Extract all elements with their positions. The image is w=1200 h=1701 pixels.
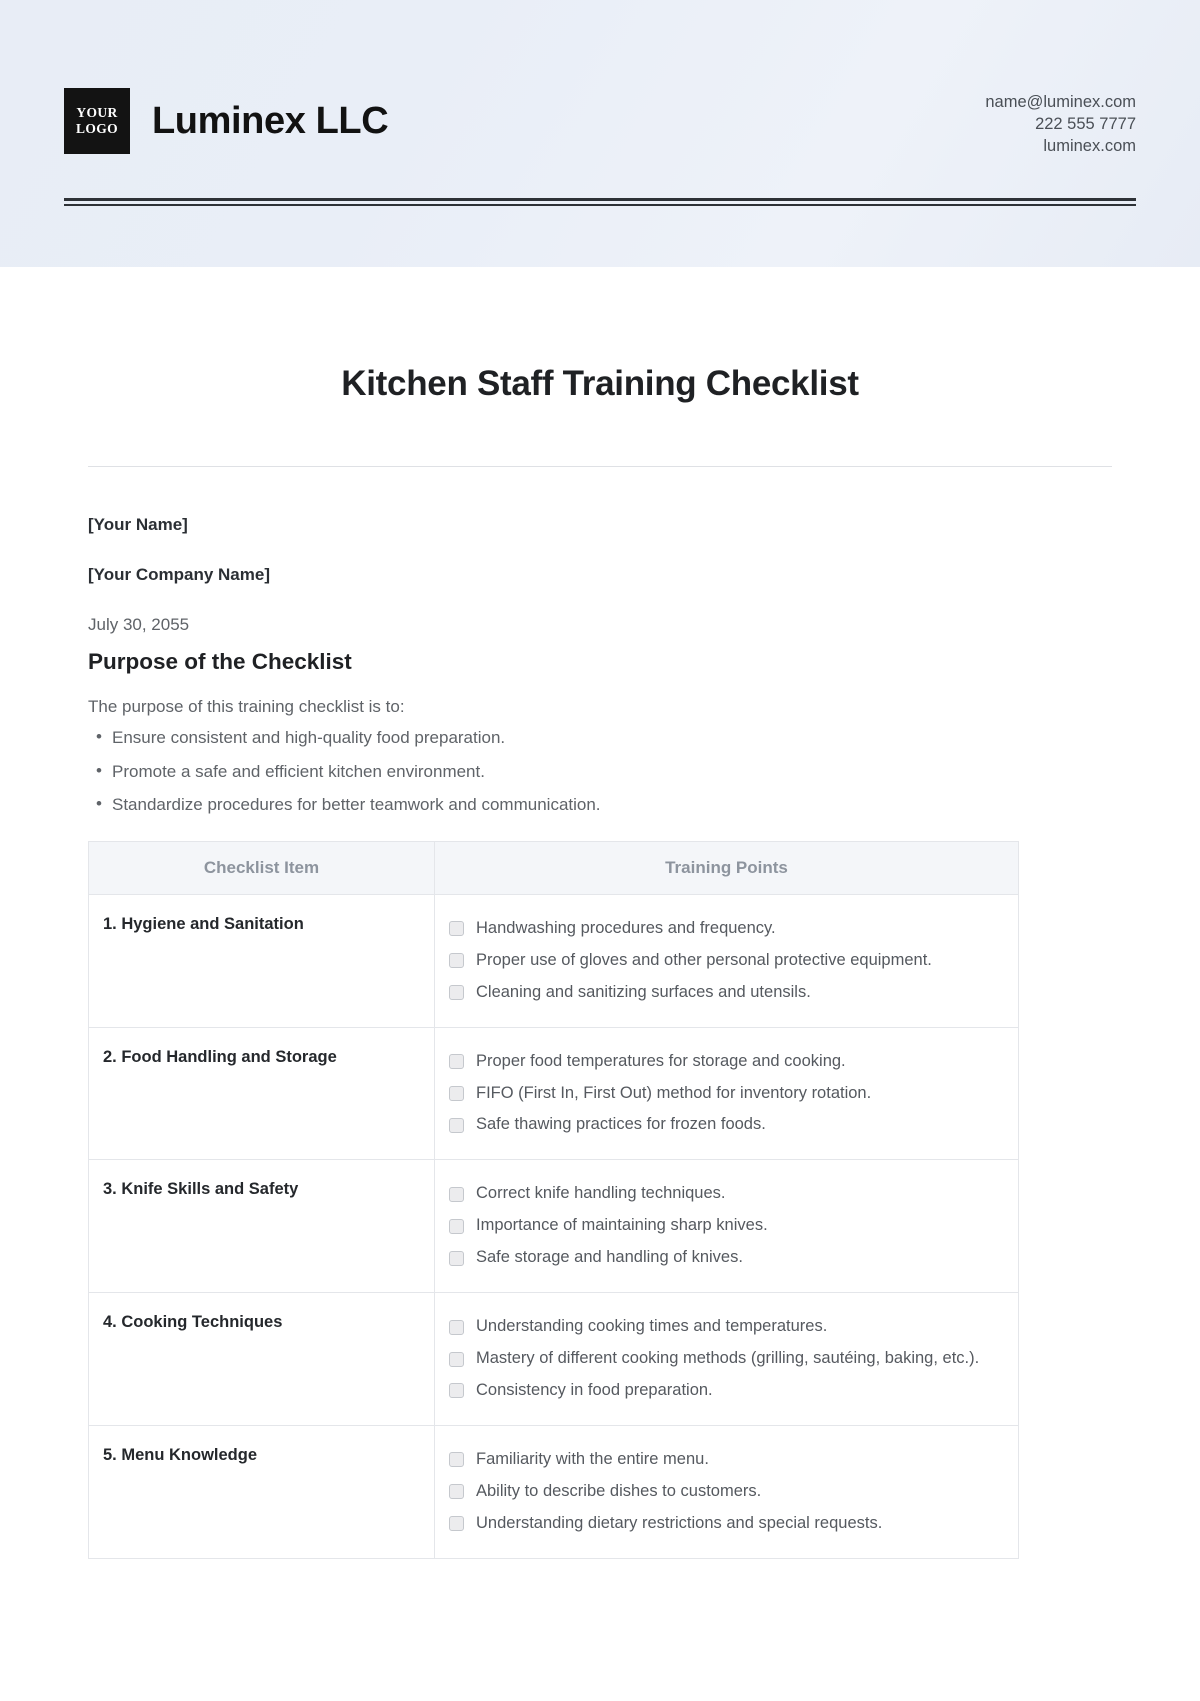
training-point: FIFO (First In, First Out) method for in… [449, 1082, 1006, 1106]
page-title: Kitchen Staff Training Checklist [341, 364, 859, 403]
training-point: Consistency in food preparation. [449, 1379, 1006, 1403]
your-name: [Your Name] [88, 515, 188, 534]
company-name: Luminex LLC [152, 100, 389, 142]
title-divider [88, 466, 1112, 467]
list-item: Standardize procedures for better teamwo… [88, 793, 1112, 817]
column-header-checklist-item: Checklist Item [88, 840, 435, 895]
checkbox-icon[interactable] [449, 921, 464, 937]
checklist-item-label: 3. Knife Skills and Safety [88, 1159, 435, 1294]
checkbox-icon[interactable] [449, 1218, 464, 1234]
checkbox-icon[interactable] [449, 1516, 464, 1532]
training-point-text: Proper use of gloves and other personal … [476, 950, 932, 969]
page-header: YOUR LOGO Luminex LLC name@luminex.com 2… [0, 0, 1200, 267]
training-point: Safe storage and handling of knives. [449, 1246, 1006, 1270]
checkbox-icon[interactable] [449, 1250, 464, 1266]
column-header-training-points: Training Points [434, 840, 1019, 895]
training-point-text: Familiarity with the entire menu. [476, 1449, 709, 1468]
purpose-lead-text: The purpose of this training checklist i… [88, 697, 405, 716]
checkbox-icon[interactable] [449, 1484, 464, 1500]
document-meta: [Your Name] [Your Company Name] July 30,… [88, 515, 1112, 635]
header-divider [64, 198, 1136, 206]
document-date: July 30, 2055 [88, 615, 190, 634]
checkbox-icon[interactable] [449, 1383, 464, 1399]
contact-website: luminex.com [1043, 136, 1136, 155]
checkbox-icon[interactable] [449, 985, 464, 1001]
checklist-table: Checklist Item Training Points 1. Hygien… [88, 840, 1019, 1559]
training-point: Cleaning and sanitizing surfaces and ute… [449, 981, 1006, 1005]
training-point: Mastery of different cooking methods (gr… [449, 1347, 1006, 1371]
training-point: Proper use of gloves and other personal … [449, 949, 1006, 973]
training-point-text: Importance of maintaining sharp knives. [476, 1216, 768, 1235]
training-point-text: Understanding cooking times and temperat… [476, 1317, 828, 1336]
training-points-cell: Familiarity with the entire menu. Abilit… [434, 1424, 1019, 1559]
training-point-text: Safe thawing practices for frozen foods. [476, 1115, 766, 1134]
training-points-cell: Correct knife handling techniques. Impor… [434, 1159, 1019, 1294]
divider-rule-thin [64, 204, 1136, 206]
logo-line-2: LOGO [75, 121, 119, 136]
training-point: Proper food temperatures for storage and… [449, 1050, 1006, 1074]
training-point: Ability to describe dishes to customers. [449, 1480, 1006, 1504]
training-point-text: Understanding dietary restrictions and s… [476, 1513, 883, 1532]
table-row: 4. Cooking Techniques Understanding cook… [88, 1292, 1019, 1426]
checklist-item-label: 1. Hygiene and Sanitation [88, 893, 435, 1028]
checkbox-icon[interactable] [449, 1085, 464, 1101]
logo-placeholder: YOUR LOGO [64, 88, 130, 154]
training-point: Handwashing procedures and frequency. [449, 917, 1006, 941]
training-point-text: Proper food temperatures for storage and… [476, 1051, 846, 1070]
training-points-cell: Proper food temperatures for storage and… [434, 1026, 1019, 1161]
training-point-text: Ability to describe dishes to customers. [476, 1481, 762, 1500]
table-row: 2. Food Handling and Storage Proper food… [88, 1026, 1019, 1161]
training-point: Familiarity with the entire menu. [449, 1448, 1006, 1472]
document-body: Kitchen Staff Training Checklist [Your N… [0, 364, 1200, 1559]
purpose-bullet-list: Ensure consistent and high-quality food … [88, 726, 1112, 817]
logo-line-1: YOUR [76, 105, 118, 121]
training-point: Understanding dietary restrictions and s… [449, 1512, 1006, 1536]
checkbox-icon[interactable] [449, 1054, 464, 1070]
training-point: Safe thawing practices for frozen foods. [449, 1113, 1006, 1137]
checkbox-icon[interactable] [449, 1452, 464, 1468]
training-points-cell: Handwashing procedures and frequency. Pr… [434, 893, 1019, 1028]
training-points-cell: Understanding cooking times and temperat… [434, 1292, 1019, 1426]
training-point-text: Safe storage and handling of knives. [476, 1248, 743, 1267]
section-title-purpose: Purpose of the Checklist [88, 649, 352, 674]
checkbox-icon[interactable] [449, 953, 464, 969]
training-point: Understanding cooking times and temperat… [449, 1315, 1006, 1339]
training-point-text: Mastery of different cooking methods (gr… [476, 1349, 980, 1368]
training-point: Correct knife handling techniques. [449, 1182, 1006, 1206]
checkbox-icon[interactable] [449, 1186, 464, 1202]
table-header-row: Checklist Item Training Points [88, 840, 1019, 895]
table-row: 3. Knife Skills and Safety Correct knife… [88, 1159, 1019, 1294]
brand-block: YOUR LOGO Luminex LLC [64, 88, 389, 154]
contact-email: name@luminex.com [985, 93, 1136, 111]
training-point-text: FIFO (First In, First Out) method for in… [476, 1083, 872, 1102]
training-point-text: Handwashing procedures and frequency. [476, 918, 776, 937]
checklist-item-label: 4. Cooking Techniques [88, 1292, 435, 1426]
checklist-item-label: 5. Menu Knowledge [88, 1424, 435, 1559]
checkbox-icon[interactable] [449, 1351, 464, 1367]
contact-block: name@luminex.com 222 555 7777 luminex.co… [985, 88, 1136, 158]
checkbox-icon[interactable] [449, 1117, 464, 1133]
your-company-name: [Your Company Name] [88, 565, 270, 584]
list-item: Ensure consistent and high-quality food … [88, 726, 1112, 750]
contact-phone: 222 555 7777 [1035, 114, 1136, 133]
training-point-text: Correct knife handling techniques. [476, 1184, 726, 1203]
training-point: Importance of maintaining sharp knives. [449, 1214, 1006, 1238]
table-row: 1. Hygiene and Sanitation Handwashing pr… [88, 893, 1019, 1028]
table-row: 5. Menu Knowledge Familiarity with the e… [88, 1424, 1019, 1559]
checkbox-icon[interactable] [449, 1319, 464, 1335]
list-item: Promote a safe and efficient kitchen env… [88, 760, 1112, 784]
training-point-text: Cleaning and sanitizing surfaces and ute… [476, 982, 811, 1001]
checklist-item-label: 2. Food Handling and Storage [88, 1026, 435, 1161]
training-point-text: Consistency in food preparation. [476, 1380, 713, 1399]
